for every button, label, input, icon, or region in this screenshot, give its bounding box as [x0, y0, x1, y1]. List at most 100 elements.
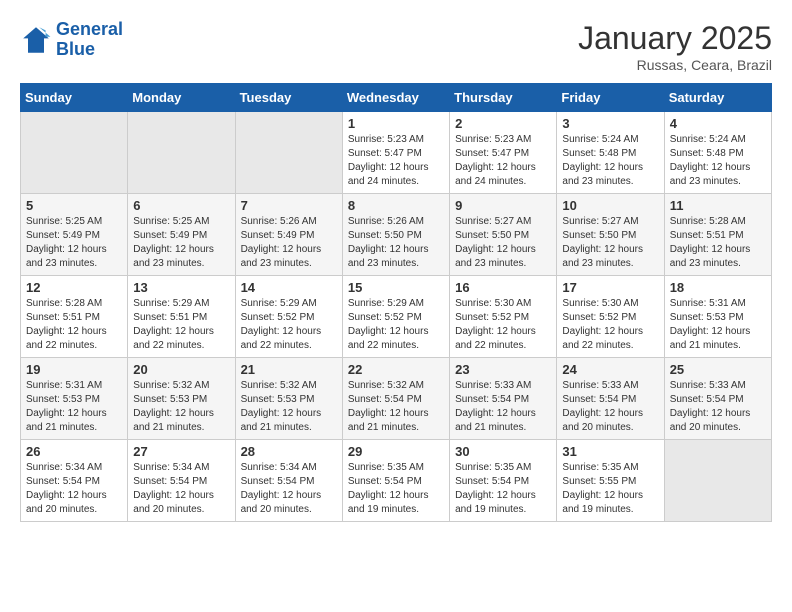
day-number: 12: [26, 280, 122, 295]
day-number: 15: [348, 280, 444, 295]
logo-icon: [20, 24, 52, 56]
calendar-day-cell: 5 Sunrise: 5:25 AM Sunset: 5:49 PM Daylig…: [21, 194, 128, 276]
day-info: Sunrise: 5:27 AM Sunset: 5:50 PM Dayligh…: [455, 215, 551, 271]
day-info: Sunrise: 5:30 AM Sunset: 5:52 PM Dayligh…: [562, 297, 658, 353]
day-number: 26: [26, 444, 122, 459]
col-header-tuesday: Tuesday: [235, 84, 342, 112]
calendar-subtitle: Russas, Ceara, Brazil: [578, 57, 772, 73]
day-info: Sunrise: 5:35 AM Sunset: 5:54 PM Dayligh…: [348, 461, 444, 517]
calendar-day-cell: [664, 440, 771, 522]
day-info: Sunrise: 5:30 AM Sunset: 5:52 PM Dayligh…: [455, 297, 551, 353]
day-number: 1: [348, 116, 444, 131]
calendar-day-cell: [235, 112, 342, 194]
calendar-day-cell: 17 Sunrise: 5:30 AM Sunset: 5:52 PM Dayli…: [557, 276, 664, 358]
calendar-day-cell: 22Sunrise: 5:32 AM Sunset: 5:54 PM Dayli…: [342, 358, 449, 440]
calendar-day-cell: 4Sunrise: 5:24 AM Sunset: 5:48 PM Daylig…: [664, 112, 771, 194]
calendar-day-cell: 31 Sunrise: 5:35 AM Sunset: 5:55 PM Dayli…: [557, 440, 664, 522]
day-info: Sunrise: 5:32 AM Sunset: 5:54 PM Dayligh…: [348, 379, 444, 435]
calendar-day-cell: 19 Sunrise: 5:31 AM Sunset: 5:53 PM Dayli…: [21, 358, 128, 440]
calendar-day-cell: 21Sunrise: 5:32 AM Sunset: 5:53 PM Dayli…: [235, 358, 342, 440]
calendar-day-cell: 9 Sunrise: 5:27 AM Sunset: 5:50 PM Daylig…: [450, 194, 557, 276]
calendar-day-cell: 23 Sunrise: 5:33 AM Sunset: 5:54 PM Dayli…: [450, 358, 557, 440]
day-info: Sunrise: 5:35 AM Sunset: 5:55 PM Dayligh…: [562, 461, 658, 517]
day-number: 6: [133, 198, 229, 213]
day-number: 8: [348, 198, 444, 213]
calendar-day-cell: 8 Sunrise: 5:26 AM Sunset: 5:50 PM Daylig…: [342, 194, 449, 276]
day-info: Sunrise: 5:31 AM Sunset: 5:53 PM Dayligh…: [670, 297, 766, 353]
col-header-wednesday: Wednesday: [342, 84, 449, 112]
day-info: Sunrise: 5:31 AM Sunset: 5:53 PM Dayligh…: [26, 379, 122, 435]
day-number: 16: [455, 280, 551, 295]
logo-text: General Blue: [56, 20, 123, 60]
day-number: 23: [455, 362, 551, 377]
day-number: 2: [455, 116, 551, 131]
calendar-day-cell: 14 Sunrise: 5:29 AM Sunset: 5:52 PM Dayli…: [235, 276, 342, 358]
calendar-day-cell: 28Sunrise: 5:34 AM Sunset: 5:54 PM Dayli…: [235, 440, 342, 522]
calendar-header-row: SundayMondayTuesdayWednesdayThursdayFrid…: [21, 84, 772, 112]
day-info: Sunrise: 5:29 AM Sunset: 5:52 PM Dayligh…: [241, 297, 337, 353]
col-header-thursday: Thursday: [450, 84, 557, 112]
calendar-day-cell: 3 Sunrise: 5:24 AM Sunset: 5:48 PM Daylig…: [557, 112, 664, 194]
day-number: 10: [562, 198, 658, 213]
calendar-week-row: 19 Sunrise: 5:31 AM Sunset: 5:53 PM Dayli…: [21, 358, 772, 440]
calendar-day-cell: 30Sunrise: 5:35 AM Sunset: 5:54 PM Dayli…: [450, 440, 557, 522]
calendar-day-cell: 13Sunrise: 5:29 AM Sunset: 5:51 PM Dayli…: [128, 276, 235, 358]
calendar-day-cell: 10 Sunrise: 5:27 AM Sunset: 5:50 PM Dayli…: [557, 194, 664, 276]
title-block: January 2025 Russas, Ceara, Brazil: [578, 20, 772, 73]
day-info: Sunrise: 5:23 AM Sunset: 5:47 PM Dayligh…: [455, 133, 551, 189]
day-info: Sunrise: 5:25 AM Sunset: 5:49 PM Dayligh…: [133, 215, 229, 271]
calendar-day-cell: [128, 112, 235, 194]
day-info: Sunrise: 5:26 AM Sunset: 5:50 PM Dayligh…: [348, 215, 444, 271]
day-number: 24: [562, 362, 658, 377]
calendar-week-row: 12 Sunrise: 5:28 AM Sunset: 5:51 PM Dayli…: [21, 276, 772, 358]
day-info: Sunrise: 5:25 AM Sunset: 5:49 PM Dayligh…: [26, 215, 122, 271]
day-info: Sunrise: 5:27 AM Sunset: 5:50 PM Dayligh…: [562, 215, 658, 271]
calendar-day-cell: 20 Sunrise: 5:32 AM Sunset: 5:53 PM Dayli…: [128, 358, 235, 440]
day-info: Sunrise: 5:24 AM Sunset: 5:48 PM Dayligh…: [562, 133, 658, 189]
day-number: 20: [133, 362, 229, 377]
day-number: 17: [562, 280, 658, 295]
day-number: 19: [26, 362, 122, 377]
day-info: Sunrise: 5:28 AM Sunset: 5:51 PM Dayligh…: [26, 297, 122, 353]
day-info: Sunrise: 5:33 AM Sunset: 5:54 PM Dayligh…: [670, 379, 766, 435]
calendar-day-cell: 29 Sunrise: 5:35 AM Sunset: 5:54 PM Dayli…: [342, 440, 449, 522]
day-info: Sunrise: 5:34 AM Sunset: 5:54 PM Dayligh…: [26, 461, 122, 517]
day-info: Sunrise: 5:34 AM Sunset: 5:54 PM Dayligh…: [133, 461, 229, 517]
calendar-day-cell: 15Sunrise: 5:29 AM Sunset: 5:52 PM Dayli…: [342, 276, 449, 358]
day-number: 21: [241, 362, 337, 377]
day-info: Sunrise: 5:23 AM Sunset: 5:47 PM Dayligh…: [348, 133, 444, 189]
day-number: 13: [133, 280, 229, 295]
calendar-day-cell: [21, 112, 128, 194]
col-header-monday: Monday: [128, 84, 235, 112]
col-header-saturday: Saturday: [664, 84, 771, 112]
calendar-week-row: 5 Sunrise: 5:25 AM Sunset: 5:49 PM Daylig…: [21, 194, 772, 276]
calendar-title: January 2025: [578, 20, 772, 57]
day-number: 11: [670, 198, 766, 213]
day-number: 31: [562, 444, 658, 459]
day-number: 30: [455, 444, 551, 459]
calendar-day-cell: 11 Sunrise: 5:28 AM Sunset: 5:51 PM Dayli…: [664, 194, 771, 276]
day-info: Sunrise: 5:28 AM Sunset: 5:51 PM Dayligh…: [670, 215, 766, 271]
col-header-sunday: Sunday: [21, 84, 128, 112]
day-number: 14: [241, 280, 337, 295]
calendar-day-cell: 7Sunrise: 5:26 AM Sunset: 5:49 PM Daylig…: [235, 194, 342, 276]
calendar-day-cell: 1 Sunrise: 5:23 AM Sunset: 5:47 PM Daylig…: [342, 112, 449, 194]
day-number: 9: [455, 198, 551, 213]
day-number: 4: [670, 116, 766, 131]
calendar-week-row: 1 Sunrise: 5:23 AM Sunset: 5:47 PM Daylig…: [21, 112, 772, 194]
day-number: 25: [670, 362, 766, 377]
day-info: Sunrise: 5:32 AM Sunset: 5:53 PM Dayligh…: [133, 379, 229, 435]
calendar-day-cell: 18 Sunrise: 5:31 AM Sunset: 5:53 PM Dayli…: [664, 276, 771, 358]
calendar-day-cell: 24Sunrise: 5:33 AM Sunset: 5:54 PM Dayli…: [557, 358, 664, 440]
day-number: 29: [348, 444, 444, 459]
calendar-day-cell: 6 Sunrise: 5:25 AM Sunset: 5:49 PM Daylig…: [128, 194, 235, 276]
day-info: Sunrise: 5:33 AM Sunset: 5:54 PM Dayligh…: [455, 379, 551, 435]
calendar-day-cell: 27Sunrise: 5:34 AM Sunset: 5:54 PM Dayli…: [128, 440, 235, 522]
calendar-day-cell: 12 Sunrise: 5:28 AM Sunset: 5:51 PM Dayli…: [21, 276, 128, 358]
calendar-day-cell: 25 Sunrise: 5:33 AM Sunset: 5:54 PM Dayli…: [664, 358, 771, 440]
day-number: 18: [670, 280, 766, 295]
day-number: 3: [562, 116, 658, 131]
day-number: 5: [26, 198, 122, 213]
day-info: Sunrise: 5:34 AM Sunset: 5:54 PM Dayligh…: [241, 461, 337, 517]
calendar-day-cell: 26 Sunrise: 5:34 AM Sunset: 5:54 PM Dayli…: [21, 440, 128, 522]
